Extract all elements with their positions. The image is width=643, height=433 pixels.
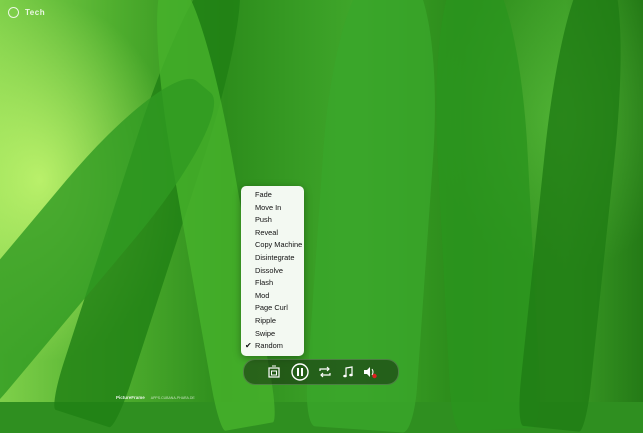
menu-item-flash[interactable]: ✔Flash — [241, 277, 304, 290]
app-name: Tech — [25, 7, 46, 17]
pause-icon — [291, 363, 309, 381]
menu-item-mod[interactable]: ✔Mod — [241, 290, 304, 303]
slideshow-transition-icon — [268, 365, 280, 378]
leaf-decoration — [516, 0, 634, 433]
wallpaper-background — [0, 0, 643, 433]
repeat-button[interactable] — [317, 364, 333, 380]
transition-menu[interactable]: ✔Fade ✔Move In ✔Push ✔Reveal ✔Copy Machi… — [241, 186, 304, 356]
footer-credits: PictureFrame APPS.CUBANA-PHARA.DE — [116, 395, 195, 400]
brand-label: PictureFrame — [116, 395, 145, 400]
menu-item-random[interactable]: ✔ Random — [241, 340, 304, 353]
repeat-icon — [319, 366, 331, 378]
pause-button[interactable] — [290, 362, 310, 382]
menu-item-copy-machine[interactable]: ✔Copy Machine — [241, 239, 304, 252]
menu-item-reveal[interactable]: ✔Reveal — [241, 227, 304, 240]
music-button[interactable] — [340, 364, 356, 380]
menu-item-ripple[interactable]: ✔Ripple — [241, 315, 304, 328]
menu-item-move-in[interactable]: ✔Move In — [241, 202, 304, 215]
menu-item-page-curl[interactable]: ✔Page Curl — [241, 302, 304, 315]
menu-item-swipe[interactable]: ✔Swipe — [241, 328, 304, 341]
footer-url: APPS.CUBANA-PHARA.DE — [150, 395, 195, 400]
menu-item-dissolve[interactable]: ✔Dissolve — [241, 265, 304, 278]
speaker-muted-icon — [364, 367, 377, 379]
music-note-icon — [343, 366, 353, 378]
checkmark-icon: ✔ — [245, 341, 252, 351]
menu-item-fade[interactable]: ✔Fade — [241, 189, 304, 202]
volume-button[interactable] — [362, 364, 378, 380]
transition-button[interactable] — [266, 364, 282, 380]
app-logo-icon[interactable] — [8, 6, 19, 18]
menu-item-push[interactable]: ✔Push — [241, 214, 304, 227]
app-title-bar: Tech — [8, 5, 45, 19]
playback-control-bar — [243, 359, 399, 385]
menu-item-disintegrate[interactable]: ✔Disintegrate — [241, 252, 304, 265]
